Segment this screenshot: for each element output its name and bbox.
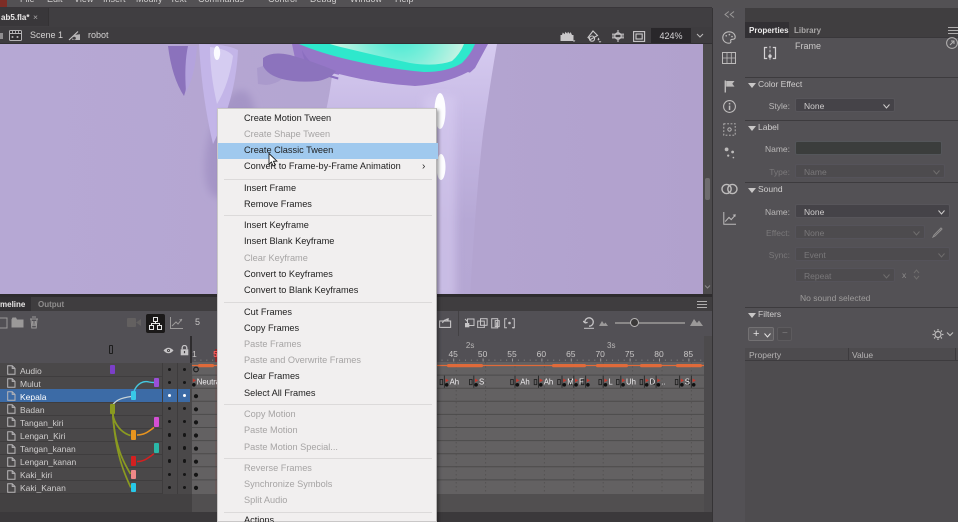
svg-text:70: 70 — [595, 349, 605, 359]
svg-text:M: M — [567, 377, 574, 386]
svg-text:Ah: Ah — [544, 377, 554, 386]
svg-text:2s: 2s — [466, 341, 474, 350]
svg-text:65: 65 — [566, 349, 576, 359]
svg-text:..: .. — [661, 377, 665, 386]
svg-text:Ah: Ah — [450, 377, 460, 386]
svg-text:3s: 3s — [607, 341, 615, 350]
svg-text:45: 45 — [448, 349, 458, 359]
svg-text:80: 80 — [654, 349, 664, 359]
svg-text:Ah: Ah — [520, 377, 530, 386]
svg-text:Uh: Uh — [626, 377, 636, 386]
svg-text:50: 50 — [478, 349, 488, 359]
svg-text:60: 60 — [537, 349, 547, 359]
svg-text:S: S — [479, 377, 484, 386]
svg-text:L: L — [608, 377, 613, 386]
svg-text:75: 75 — [625, 349, 635, 359]
svg-text:1: 1 — [192, 349, 197, 359]
svg-text:55: 55 — [507, 349, 517, 359]
svg-text:85: 85 — [684, 349, 694, 359]
svg-text:S: S — [685, 377, 690, 386]
svg-text:F: F — [579, 377, 584, 386]
svg-text:D: D — [650, 377, 656, 386]
